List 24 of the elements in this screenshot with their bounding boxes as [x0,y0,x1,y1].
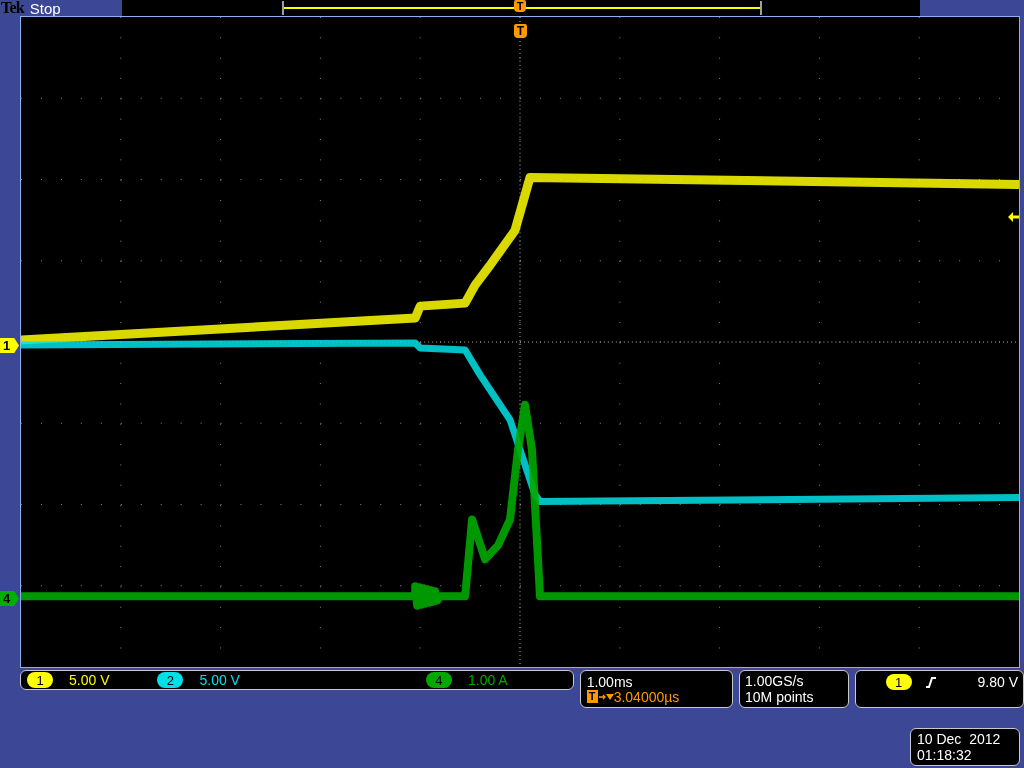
delay-arrow-icon [597,691,614,702]
trigger-level: 9.80 V [977,675,1018,689]
rising-edge-icon [925,677,936,688]
trigger-delay: 3.04000µs [613,689,680,704]
record-length: 10M points [745,690,815,704]
time-per-division: 1.00ms [586,674,634,689]
time: 01:18:32 [917,748,973,762]
trigger-marker: T [514,0,526,12]
channel-scale: 5.00 V [69,673,110,687]
trigger-marker: T [514,24,527,38]
trigger-source-badge[interactable]: 1 [885,674,912,690]
channel-badge[interactable]: 1 [27,672,53,688]
sample-rate: 1.00GS/s [745,674,805,688]
channel-marker: 1 [0,338,19,353]
channel-badge[interactable]: 2 [157,672,184,688]
channel-marker: 4 [0,591,19,606]
brand-logo: Tek [1,0,24,16]
trigger-position-marker: T [586,690,598,703]
channel-scale: 1.00 A [467,673,508,687]
date: 10 Dec 2012 [917,732,1002,746]
acquisition-status: Stop [29,0,61,16]
channel-badge[interactable]: 4 [425,672,452,688]
channel-scale: 5.00 V [199,673,240,687]
trigger-level-arrow-icon [1008,212,1019,222]
